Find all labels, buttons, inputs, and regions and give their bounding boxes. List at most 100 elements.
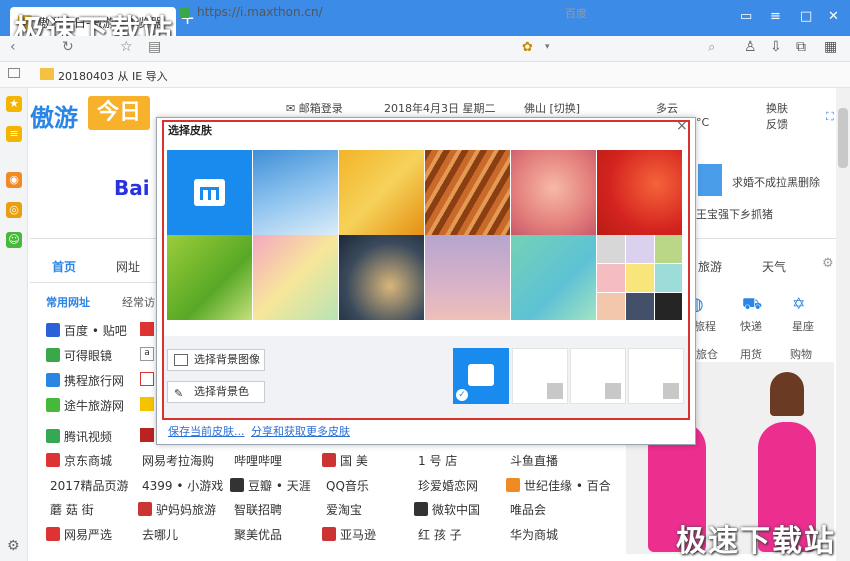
site-link[interactable]: 4399 • 小游戏 xyxy=(138,477,223,494)
color-swatch[interactable] xyxy=(597,264,625,292)
service-goods[interactable]: 用货 xyxy=(740,346,762,362)
weibo-sidebar-icon[interactable]: ◎ xyxy=(6,202,22,218)
service-express[interactable]: 快递 xyxy=(740,318,762,334)
save-skin-link[interactable]: 保存当前皮肤... xyxy=(168,423,245,439)
reader-icon[interactable]: ▤ xyxy=(148,39,161,55)
site-link[interactable]: 2017精品页游 xyxy=(46,477,129,494)
site-link[interactable]: 亚马逊 xyxy=(322,526,376,543)
site-link[interactable]: 网易严选 xyxy=(46,526,112,543)
mail-login-link[interactable]: ✉ 邮箱登录 xyxy=(286,100,343,116)
news-link-1[interactable]: 求婚不成拉黑删除 xyxy=(732,174,820,190)
site-link[interactable]: 途牛旅游网 xyxy=(46,397,124,414)
service-shop[interactable]: 购物 xyxy=(790,346,812,362)
skin-autumn-leaf[interactable] xyxy=(339,150,424,235)
news-thumbnail[interactable] xyxy=(698,164,722,196)
scrollbar-thumb[interactable] xyxy=(838,108,848,168)
site-link[interactable]: 蘑 菇 街 xyxy=(46,501,94,518)
site-link[interactable]: QQ音乐 xyxy=(322,477,369,494)
subtab-common[interactable]: 常用网址 xyxy=(46,294,90,310)
skin-slot[interactable] xyxy=(512,348,568,404)
express-icon[interactable]: ⛟ xyxy=(742,294,762,315)
site-link[interactable]: 斗鱼直播 xyxy=(506,452,558,469)
site-link[interactable]: 去哪儿 xyxy=(138,526,178,543)
site-icon[interactable] xyxy=(140,372,154,386)
sidebar-toggle-icon[interactable] xyxy=(8,68,20,78)
url-field[interactable]: https://i.maxthon.cn/ xyxy=(197,5,323,19)
site-link[interactable]: 红 孩 子 xyxy=(414,526,462,543)
fullscreen-icon[interactable]: ⛶ xyxy=(826,110,834,124)
color-swatch[interactable] xyxy=(655,264,682,292)
site-logo[interactable]: 傲游 xyxy=(30,98,78,133)
color-swatch[interactable] xyxy=(655,235,682,263)
apps-icon[interactable]: ▦ xyxy=(824,39,837,55)
search-icon[interactable]: ⌕ xyxy=(708,40,715,55)
tab-settings-icon[interactable]: ⚙ xyxy=(822,256,834,271)
site-link[interactable]: 腾讯视频 xyxy=(46,428,112,445)
back-icon[interactable]: ‹ xyxy=(10,39,16,55)
pages-icon[interactable]: ⧉ xyxy=(796,39,806,55)
favorites-sidebar-icon[interactable]: ★ xyxy=(6,96,22,112)
bee-icon[interactable]: ✿ xyxy=(522,40,533,55)
site-link[interactable]: 智联招聘 xyxy=(230,501,282,518)
site-link[interactable]: 珍爱婚恋网 xyxy=(414,477,478,494)
tab-home[interactable]: 首页 xyxy=(52,258,76,275)
subtab-frequent[interactable]: 经常访 xyxy=(122,294,155,310)
maximize-icon[interactable]: □ xyxy=(800,9,812,24)
skin-teal[interactable] xyxy=(511,235,596,320)
search-input[interactable]: 百度 xyxy=(565,5,725,21)
skin-slot[interactable] xyxy=(570,348,626,404)
site-link[interactable]: 聚美优品 xyxy=(230,526,282,543)
favorite-icon[interactable]: ☆ xyxy=(120,39,133,55)
site-link[interactable]: 京东商城 xyxy=(46,452,112,469)
tab-travel[interactable]: 旅游 xyxy=(698,258,722,275)
site-link[interactable]: 唯品会 xyxy=(506,501,546,518)
skin-maxthon[interactable] xyxy=(167,150,252,235)
site-link[interactable]: 爱淘宝 xyxy=(322,501,362,518)
site-link[interactable]: 网易考拉海购 xyxy=(138,452,214,469)
dropdown-icon[interactable]: ▾ xyxy=(545,42,550,52)
site-link[interactable]: 世纪佳缘 • 百合 xyxy=(506,477,611,494)
site-link[interactable]: 可得眼镜 xyxy=(46,347,112,364)
weibo-icon[interactable] xyxy=(140,322,154,336)
skin-link[interactable]: 换肤 xyxy=(766,100,788,116)
site-link[interactable]: 微软中国 xyxy=(414,501,480,518)
site-link[interactable]: 国 美 xyxy=(322,452,368,469)
skin-red-leaf[interactable] xyxy=(597,150,682,235)
color-swatch[interactable] xyxy=(655,293,682,320)
service-cang[interactable]: 旅仓 xyxy=(696,346,718,362)
choose-color-button[interactable]: ✎ 选择背景色 xyxy=(167,381,265,403)
baidu-logo[interactable]: Bai xyxy=(114,176,150,200)
tab-weather[interactable]: 天气 xyxy=(762,258,786,275)
site-link[interactable]: 1 号 店 xyxy=(414,452,457,469)
menu-icon[interactable]: ≡ xyxy=(770,9,781,24)
skin-pastel[interactable] xyxy=(253,235,338,320)
color-swatch[interactable] xyxy=(626,235,654,263)
site-icon[interactable]: a xyxy=(140,347,154,361)
service-zodiac[interactable]: 星座 xyxy=(792,318,814,334)
site-icon[interactable] xyxy=(140,428,154,442)
site-link[interactable]: 携程旅行网 xyxy=(46,372,124,389)
color-swatch[interactable] xyxy=(597,235,625,263)
site-icon[interactable] xyxy=(140,397,154,411)
skin-purple[interactable] xyxy=(425,235,510,320)
skin-flower[interactable] xyxy=(511,150,596,235)
site-link[interactable]: 百度 • 贴吧 xyxy=(46,322,127,339)
notes-sidebar-icon[interactable]: ≡ xyxy=(6,126,22,142)
city-text[interactable]: 佛山 [切换] xyxy=(524,100,580,116)
star-sign-icon[interactable]: ✡ xyxy=(792,294,805,313)
close-window-icon[interactable]: ✕ xyxy=(828,9,839,24)
site-link[interactable]: 驴妈妈旅游 xyxy=(138,501,216,518)
bookmark-folder[interactable]: 20180403 从 IE 导入 xyxy=(58,68,168,84)
color-swatch[interactable] xyxy=(597,293,625,320)
skin-green-leaf[interactable] xyxy=(167,235,252,320)
site-link[interactable]: 哔哩哔哩 xyxy=(230,452,282,469)
share-skin-link[interactable]: 分享和获取更多皮肤 xyxy=(251,423,350,439)
skin-slot[interactable] xyxy=(628,348,684,404)
user-icon[interactable]: ♙ xyxy=(744,39,757,55)
site-link[interactable]: 豆瓣 • 天涯 xyxy=(230,477,311,494)
refresh-icon[interactable]: ↻ xyxy=(62,39,74,55)
settings-icon[interactable]: ⚙ xyxy=(7,538,20,554)
skin-bokeh[interactable] xyxy=(339,235,424,320)
choose-image-button[interactable]: 选择背景图像 xyxy=(167,349,265,371)
skin-sky[interactable] xyxy=(253,150,338,235)
